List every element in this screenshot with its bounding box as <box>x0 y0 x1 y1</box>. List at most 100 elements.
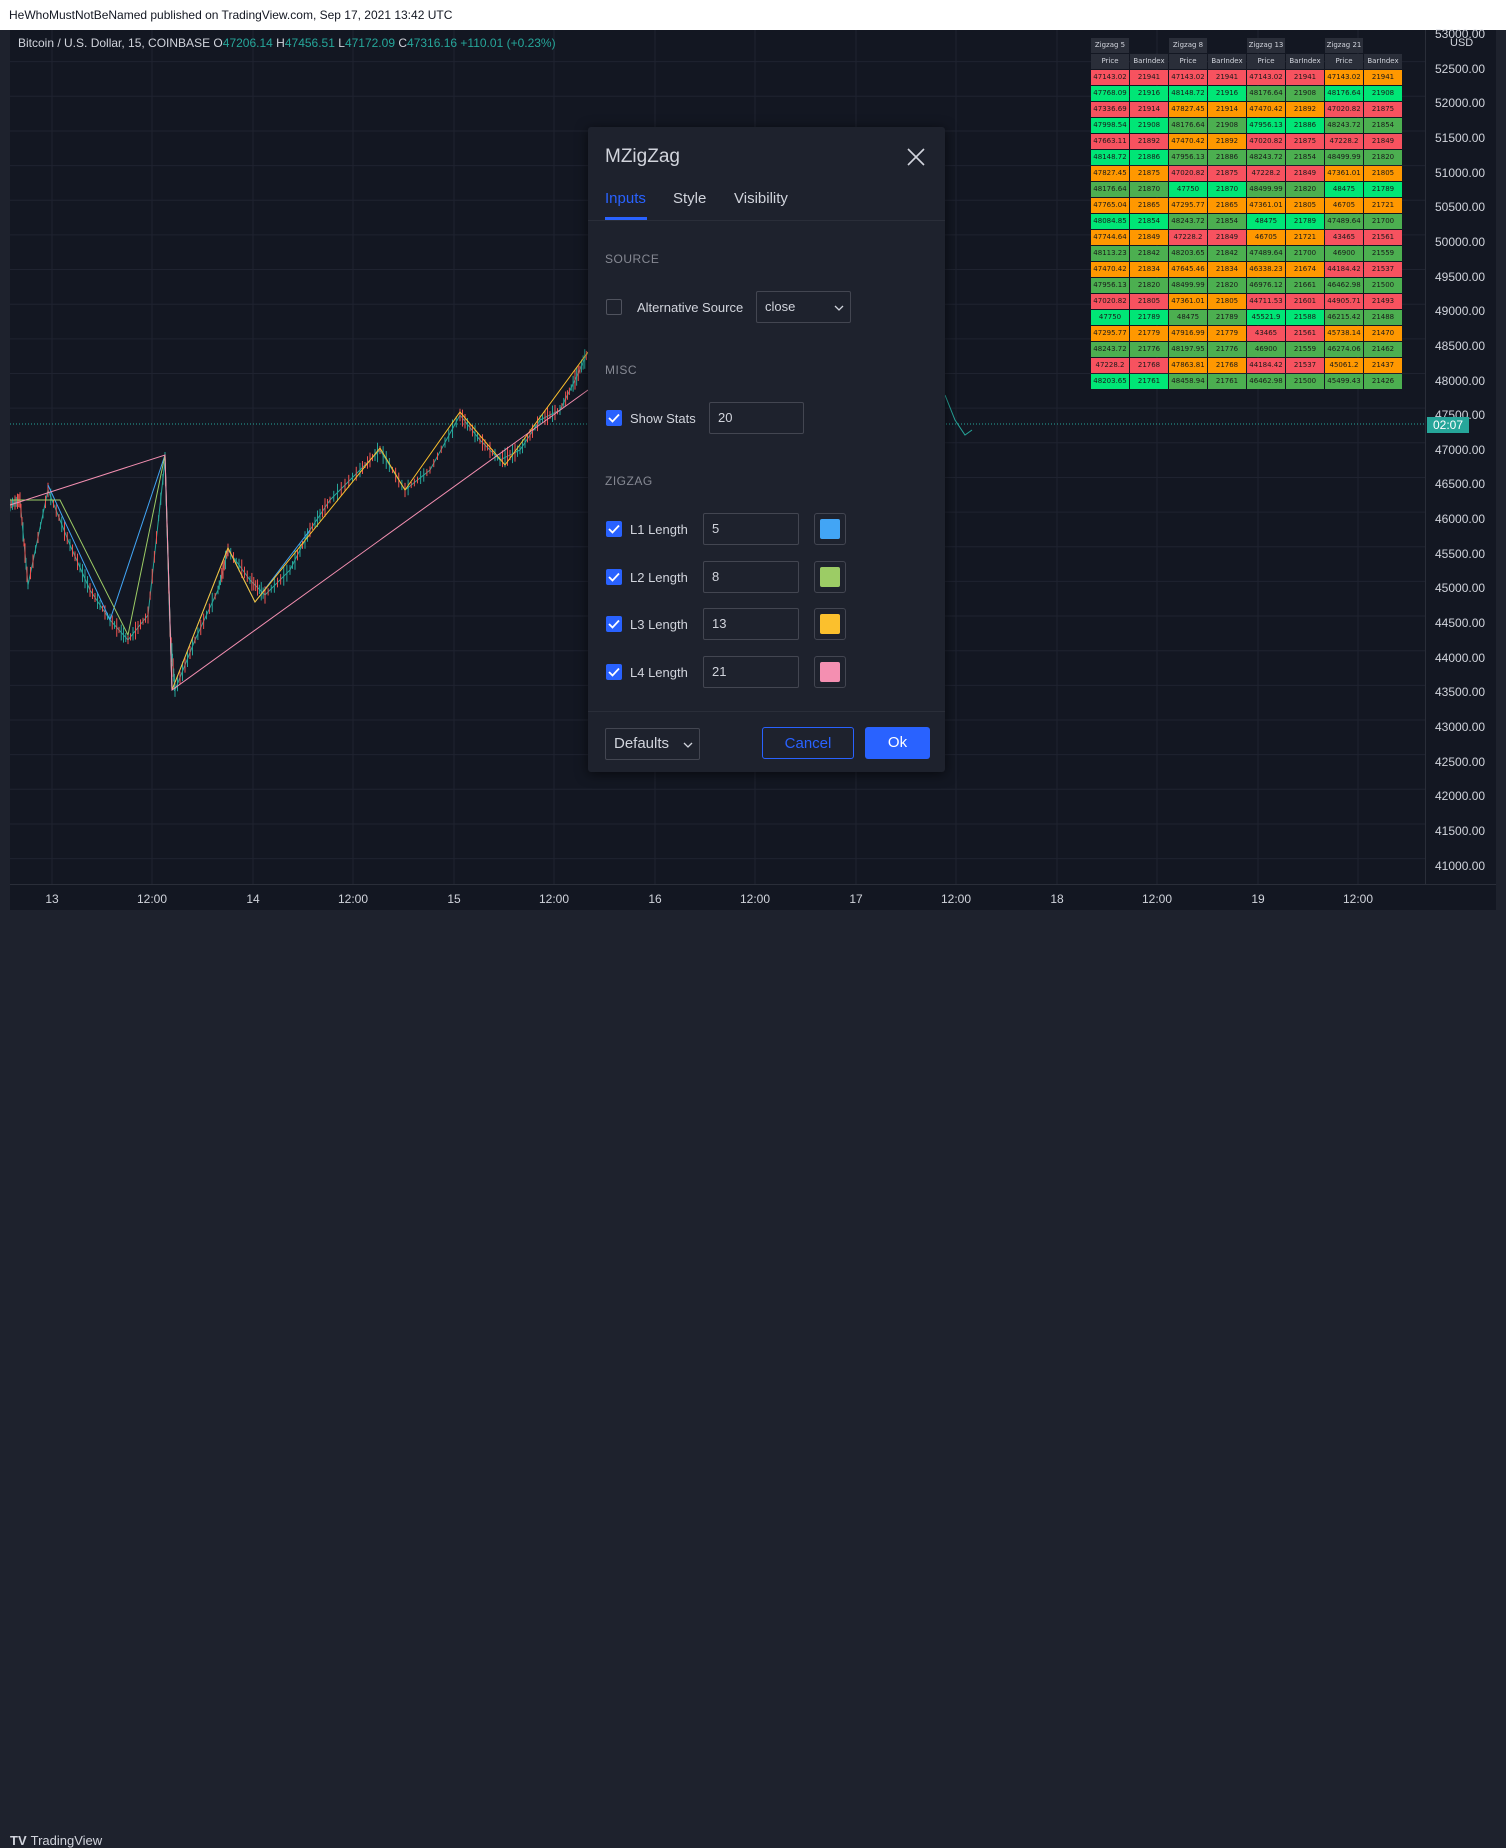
table-cell: 21559 <box>1364 246 1402 261</box>
defaults-dropdown[interactable]: Defaults <box>605 728 700 760</box>
table-cell: 47336.69 <box>1091 102 1129 117</box>
table-cell: 21488 <box>1364 310 1402 325</box>
table-cell: 48475 <box>1169 310 1207 325</box>
footer: TV TradingView <box>0 910 1506 1848</box>
level-1-checkbox[interactable] <box>606 521 622 537</box>
table-cell: 21875 <box>1208 166 1246 181</box>
table-cell: 45738.14 <box>1325 326 1363 341</box>
tab-style[interactable]: Style <box>673 190 706 207</box>
table-cell: 21941 <box>1364 70 1402 85</box>
time-tick-label: 12:00 <box>739 892 771 906</box>
cancel-button[interactable]: Cancel <box>762 727 854 759</box>
table-row: 47470.42 21834 47645.46 21834 46338.23 21674 4… <box>1091 262 1402 277</box>
table-cell: 47956.13 <box>1091 278 1129 293</box>
group-header: Zigzag 21 <box>1325 38 1363 53</box>
level-1-length-input[interactable]: 5 <box>703 513 799 545</box>
ok-button[interactable]: Ok <box>865 727 930 759</box>
table-cell: 46462.98 <box>1247 374 1285 389</box>
table-cell: 46274.06 <box>1325 342 1363 357</box>
price-tick-label: 47000.00 <box>1435 442 1486 457</box>
low-label: L <box>338 36 345 50</box>
level-3-checkbox[interactable] <box>606 616 622 633</box>
table-cell: 47750 <box>1091 310 1129 325</box>
table-row: 48084.85 21854 48243.72 21854 48475 21789 4748… <box>1091 214 1402 229</box>
column-header: Price <box>1169 54 1207 69</box>
publish-info: HeWhoMustNotBeNamed published on Trading… <box>9 8 453 22</box>
level-3-length-input[interactable]: 13 <box>703 608 799 641</box>
color-fill <box>820 566 840 587</box>
level-3-color-swatch[interactable] <box>814 608 846 641</box>
table-row: 47663.11 21892 47470.42 21892 47020.82 21875 4… <box>1091 134 1402 149</box>
level-2-color-swatch[interactable] <box>814 560 846 593</box>
table-cell: 21849 <box>1130 230 1168 245</box>
alt-source-select[interactable]: close <box>756 291 851 323</box>
table-cell: 21820 <box>1208 278 1246 293</box>
table-row: 47750 21789 48475 21789 45521.9 21588 46215.42… <box>1091 310 1402 325</box>
table-cell: 21941 <box>1130 70 1168 85</box>
zigzag-line <box>10 454 173 691</box>
table-cell: 48243.72 <box>1247 150 1285 165</box>
dialog-title: MZigZag <box>605 146 680 167</box>
table-cell: 21875 <box>1286 134 1324 149</box>
close-icon[interactable] <box>905 146 927 168</box>
close-value: 47316.16 <box>407 36 458 50</box>
price-tick-label: 42500.00 <box>1435 754 1486 769</box>
level-4-length-input[interactable]: 21 <box>703 656 799 689</box>
price-tick-label: 41000.00 <box>1435 858 1486 873</box>
level-1-label: L1 Length <box>630 522 688 537</box>
price-tick-label: 44500.00 <box>1435 616 1486 631</box>
table-cell: 45521.9 <box>1247 310 1285 325</box>
brand-name: TradingView <box>30 1833 103 1848</box>
table-cell: 48475 <box>1247 214 1285 229</box>
column-header: BarIndex <box>1208 54 1246 69</box>
price-tick-label: 46500.00 <box>1435 477 1486 492</box>
table-cell: 46215.42 <box>1325 310 1363 325</box>
brand[interactable]: TV TradingView <box>10 1833 102 1848</box>
table-row: 48203.65 21761 48458.94 21761 46462.98 21500 4… <box>1091 374 1402 389</box>
table-row: 47827.45 21875 47020.82 21875 47228.2 21849 47… <box>1091 166 1402 181</box>
table-cell: 47228.2 <box>1247 166 1285 181</box>
table-cell: 48203.65 <box>1169 246 1207 261</box>
table-row: 48113.23 21842 48203.65 21842 47489.64 21700 4… <box>1091 246 1402 261</box>
show-stats-checkbox[interactable] <box>606 410 622 426</box>
alt-source-checkbox[interactable] <box>606 299 622 315</box>
table-cell: 47863.81 <box>1169 358 1207 373</box>
high-label: H <box>276 36 285 50</box>
time-tick-label: 19 <box>1251 892 1265 906</box>
show-stats-input[interactable]: 20 <box>709 402 804 434</box>
table-cell: 21537 <box>1364 262 1402 277</box>
column-header: Price <box>1325 54 1363 69</box>
table-cell: 45499.43 <box>1325 374 1363 389</box>
table-cell: 47744.64 <box>1091 230 1129 245</box>
checkmark-icon <box>608 572 620 582</box>
level-4-checkbox[interactable] <box>606 664 622 681</box>
table-row: 47768.09 21916 48148.72 21916 48176.64 21908 4… <box>1091 86 1402 101</box>
table-cell: 21674 <box>1286 262 1324 277</box>
level-2-checkbox[interactable] <box>606 568 622 585</box>
checkmark-icon <box>608 413 620 423</box>
time-axis[interactable]: 13 12:00 14 12:00 15 12:00 16 12:00 17 12:00 18 12:… <box>10 884 1496 911</box>
level-4-color-swatch[interactable] <box>814 656 846 689</box>
price-axis[interactable]: 53000.00 52500.00 52000.00 51500.00 51000.00… <box>1425 27 1497 884</box>
price-tick-label: 51500.00 <box>1435 130 1486 145</box>
price-tick-label: 49500.00 <box>1435 269 1486 284</box>
level-1-color-swatch[interactable] <box>814 513 846 545</box>
table-cell: 21870 <box>1130 182 1168 197</box>
table-cell: 21779 <box>1208 326 1246 341</box>
level-2-length-input[interactable]: 8 <box>703 560 799 593</box>
table-cell: 21892 <box>1208 134 1246 149</box>
footer-divider <box>588 711 945 712</box>
price-tick-label: 46000.00 <box>1435 512 1486 527</box>
tab-inputs[interactable]: Inputs <box>605 190 646 207</box>
table-cell: 47361.01 <box>1169 294 1207 309</box>
tab-visibility[interactable]: Visibility <box>734 190 788 207</box>
time-tick-label: 12:00 <box>940 892 972 906</box>
table-cell: 21908 <box>1130 118 1168 133</box>
table-cell: 48197.95 <box>1169 342 1207 357</box>
time-tick-label: 12:00 <box>337 892 369 906</box>
time-tick-label: 14 <box>246 892 260 906</box>
table-cell: 21761 <box>1130 374 1168 389</box>
time-tick-label: 15 <box>447 892 461 906</box>
table-cell: 21820 <box>1130 278 1168 293</box>
table-cell: 21914 <box>1208 102 1246 117</box>
